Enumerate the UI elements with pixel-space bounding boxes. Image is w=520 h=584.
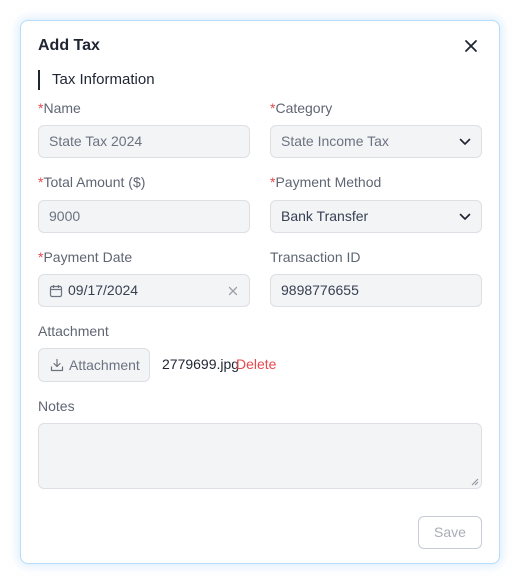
transaction-id-label: Transaction ID (270, 249, 361, 265)
category-value: State Income Tax (281, 133, 389, 149)
name-input[interactable]: State Tax 2024 (38, 125, 250, 158)
payment-method-select[interactable]: Bank Transfer (270, 200, 482, 233)
chevron-down-icon (459, 138, 471, 145)
attachment-button-label: Attachment (69, 357, 140, 373)
category-label: *Category (270, 100, 333, 116)
dialog-title: Add Tax (38, 37, 100, 54)
delete-attachment-link[interactable]: Delete (236, 356, 276, 372)
name-label: *Name (38, 100, 81, 116)
payment-method-label: *Payment Method (270, 174, 382, 190)
calendar-icon (49, 285, 63, 298)
payment-date-label: *Payment Date (38, 249, 133, 265)
payment-date-picker[interactable]: 09/17/2024 (38, 274, 250, 307)
payment-method-value: Bank Transfer (281, 208, 369, 224)
section-title: Tax Information (38, 70, 155, 90)
save-button[interactable]: Save (418, 516, 482, 549)
attachment-label: Attachment (38, 323, 109, 339)
transaction-id-value: 9898776655 (281, 282, 359, 298)
category-select[interactable]: State Income Tax (270, 125, 482, 158)
total-amount-input[interactable]: 9000 (38, 200, 250, 233)
attachment-upload-button[interactable]: Attachment (38, 348, 150, 382)
clear-icon[interactable] (227, 285, 239, 297)
name-value: State Tax 2024 (49, 133, 143, 149)
attachment-file-name: 2779699.jpg (162, 356, 240, 372)
payment-date-value: 09/17/2024 (68, 282, 139, 298)
add-tax-dialog: Add Tax Tax Information *Name State Tax … (20, 20, 500, 564)
transaction-id-input[interactable]: 9898776655 (270, 274, 482, 307)
upload-icon (50, 358, 64, 372)
notes-label: Notes (38, 398, 75, 414)
total-amount-value: 9000 (49, 208, 81, 224)
close-icon[interactable] (463, 38, 479, 54)
total-amount-label: *Total Amount ($) (38, 174, 146, 190)
chevron-down-icon (459, 213, 471, 220)
resize-grip-icon[interactable] (471, 478, 479, 486)
notes-textarea[interactable] (38, 423, 482, 489)
